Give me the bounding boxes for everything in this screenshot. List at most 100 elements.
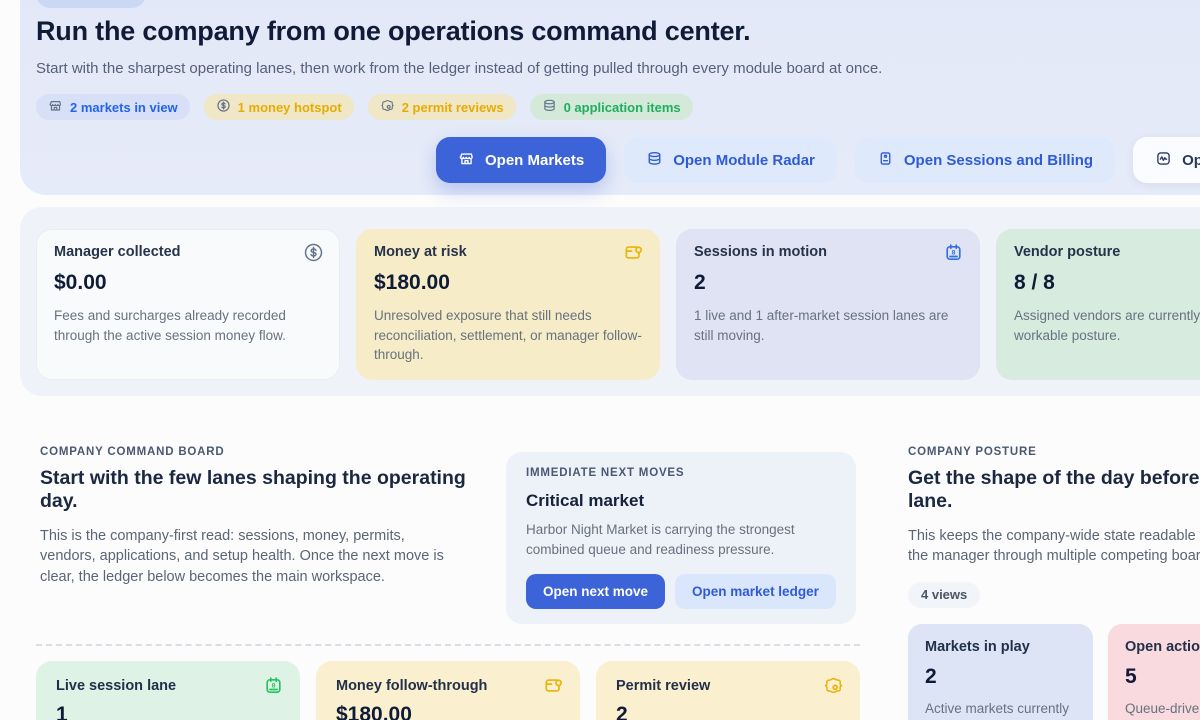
activity-icon [1155, 150, 1172, 171]
posture-eyebrow: COMPANY POSTURE [908, 446, 1200, 458]
views-count-badge: 4 views [908, 582, 980, 608]
command-board-body-line: vendors, applications, and setup health.… [40, 546, 490, 567]
heading-line: lane. [908, 490, 1200, 514]
posture-body-line: This keeps the company-wide state readab… [908, 526, 1200, 547]
command-board-column: COMPANY COMMAND BOARD Start with the few… [36, 446, 860, 720]
lane-card-money-follow-through: Money follow-through $180.00 [316, 661, 580, 720]
operations-command-page: Run the company from one operations comm… [0, 0, 1200, 720]
stat-title: Manager collected [54, 244, 322, 260]
lane-value: 2 [616, 703, 840, 720]
posture-body-line: the manager through multiple competing b… [908, 546, 1200, 567]
open-sessions-billing-button[interactable]: Open Sessions and Billing [855, 137, 1115, 183]
database-icon [646, 150, 663, 171]
stat-title: Vendor posture [1014, 244, 1200, 260]
stat-description: Assigned vendors are currently in a work… [1014, 306, 1200, 345]
lane-value: 1 [56, 703, 280, 720]
permit-badge-icon [380, 98, 395, 116]
chip-markets-in-view: 2 markets in view [36, 94, 190, 120]
lane-value: $180.00 [336, 703, 560, 720]
stat-card-sessions-in-motion: Sessions in motion 8 2 1 live and 1 afte… [676, 229, 980, 380]
circle-dollar-icon [216, 98, 231, 116]
chip-money-hotspot: 1 money hotspot [204, 94, 354, 120]
next-moves-eyebrow: IMMEDIATE NEXT MOVES [526, 467, 836, 479]
command-board-heading: Start with the few lanes shaping the ope… [40, 467, 490, 514]
circle-dollar-icon [303, 242, 324, 268]
command-board-eyebrow: COMPANY COMMAND BOARD [40, 446, 490, 458]
posture-card-open-actions: Open actions 5 Queue-driven work that is… [1108, 624, 1200, 720]
chip-application-items: 0 application items [530, 94, 693, 120]
hero-panel: Run the company from one operations comm… [20, 0, 1200, 195]
immediate-next-moves-card: IMMEDIATE NEXT MOVES Critical market Har… [506, 452, 856, 624]
posture-card-description: Active markets currently inside the comp… [925, 699, 1076, 720]
heading-line: day. [40, 490, 490, 514]
svg-text:8: 8 [952, 250, 956, 257]
storefront-icon [458, 150, 475, 171]
calendar-icon: 8 [943, 242, 964, 268]
stat-description: 1 live and 1 after-market session lanes … [694, 306, 962, 345]
chip-label: 0 application items [564, 100, 681, 115]
stat-card-vendor-posture: Vendor posture 8 / 8 Assigned vendors ar… [996, 229, 1200, 380]
button-label: Open Setup Health [1182, 152, 1200, 169]
storefront-icon [48, 98, 63, 116]
posture-card-title: Open actions [1125, 639, 1200, 655]
button-label: Open Markets [485, 152, 584, 169]
command-board-body-line: This is the company-first read: sessions… [40, 526, 490, 547]
svg-text:8: 8 [272, 682, 276, 689]
posture-heading: Get the shape of the day before picking … [908, 467, 1200, 514]
lane-title: Permit review [616, 678, 840, 694]
wallet-icon [543, 675, 564, 701]
main-section: COMPANY COMMAND BOARD Start with the few… [36, 446, 1200, 720]
chip-label: 2 markets in view [70, 100, 178, 115]
command-board-body-line: clear, the ledger below becomes the main… [40, 567, 490, 588]
heading-line: Start with the few lanes shaping the ope… [40, 467, 490, 491]
next-moves-title: Critical market [526, 491, 836, 511]
open-market-ledger-button[interactable]: Open market ledger [675, 574, 836, 609]
hero-top-badge [36, 0, 146, 8]
stat-description: Fees and surcharges already recorded thr… [54, 306, 322, 345]
lane-card-permit-review: Permit review 2 [596, 661, 860, 720]
chip-permit-reviews: 2 permit reviews [368, 94, 516, 120]
posture-card-row: Markets in play 2 Active markets current… [908, 624, 1200, 720]
posture-card-value: 2 [925, 665, 1076, 689]
stat-description: Unresolved exposure that still needs rec… [374, 306, 642, 365]
page-subtitle: Start with the sharpest operating lanes,… [36, 60, 1200, 77]
company-posture-column: COMPANY POSTURE Get the shape of the day… [908, 446, 1200, 720]
button-label: Open Sessions and Billing [904, 152, 1093, 169]
stat-card-manager-collected: Manager collected $0.00 Fees and surchar… [36, 229, 340, 380]
chip-label: 1 money hotspot [238, 100, 342, 115]
open-markets-button[interactable]: Open Markets [436, 137, 606, 183]
open-next-move-button[interactable]: Open next move [526, 574, 665, 609]
calendar-icon: 8 [263, 675, 284, 701]
command-board-row: COMPANY COMMAND BOARD Start with the few… [36, 446, 860, 624]
stat-title: Sessions in motion [694, 244, 962, 260]
heading-line: Get the shape of the day before picking … [908, 467, 1200, 491]
hero-action-row: Open Markets Open Module Radar Open Sess… [436, 137, 1200, 183]
lane-title: Money follow-through [336, 678, 560, 694]
open-setup-health-button[interactable]: Open Setup Health [1133, 137, 1200, 183]
command-board-intro: COMPANY COMMAND BOARD Start with the few… [36, 446, 490, 624]
open-module-radar-button[interactable]: Open Module Radar [624, 137, 837, 183]
button-label: Open Module Radar [673, 152, 815, 169]
dashboard-viewport: Run the company from one operations comm… [0, 0, 1200, 720]
database-icon [542, 98, 557, 116]
lane-title: Live session lane [56, 678, 280, 694]
stats-summary-row: Manager collected $0.00 Fees and surchar… [20, 207, 1200, 396]
next-moves-body: Harbor Night Market is carrying the stro… [526, 520, 830, 560]
posture-card-title: Markets in play [925, 639, 1076, 655]
stat-value: $180.00 [374, 271, 642, 295]
posture-card-markets-in-play: Markets in play 2 Active markets current… [908, 624, 1093, 720]
stat-value: 8 / 8 [1014, 271, 1200, 295]
terminal-icon [877, 150, 894, 171]
page-title: Run the company from one operations comm… [36, 14, 1200, 48]
posture-card-description: Queue-driven work that is still visible … [1125, 699, 1200, 720]
permit-badge-icon [823, 675, 844, 701]
chip-label: 2 permit reviews [402, 100, 504, 115]
lane-card-row: Live session lane 8 1 Money follow-throu… [36, 661, 860, 720]
posture-card-value: 5 [1125, 665, 1200, 689]
wallet-icon [623, 242, 644, 268]
status-chip-row: 2 markets in view 1 money hotspot 2 perm… [36, 94, 1200, 120]
stat-value: $0.00 [54, 271, 322, 295]
stat-card-money-at-risk: Money at risk $180.00 Unresolved exposur… [356, 229, 660, 380]
lane-card-live-session: Live session lane 8 1 [36, 661, 300, 720]
dashed-divider [36, 644, 860, 646]
